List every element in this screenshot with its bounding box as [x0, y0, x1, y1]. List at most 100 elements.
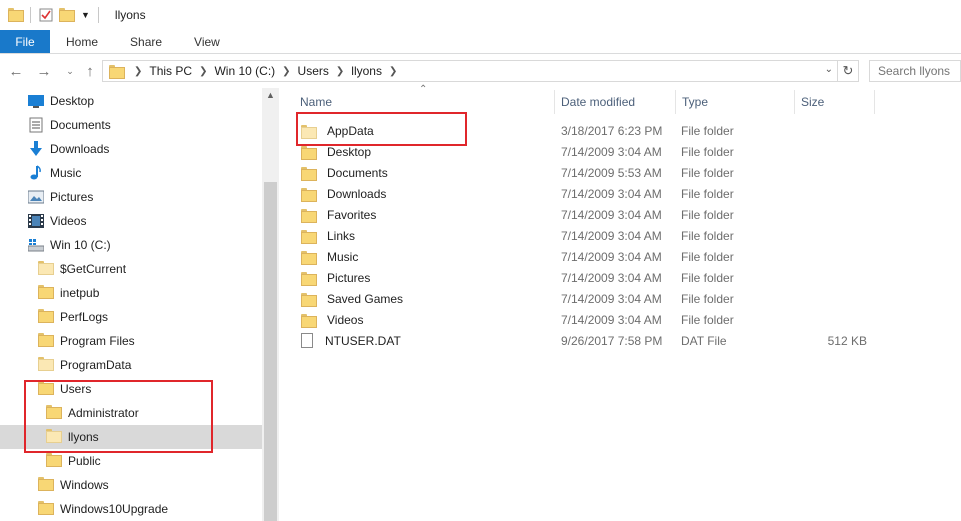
file-name: Documents — [327, 165, 388, 180]
recent-locations-chevron-icon[interactable]: ⌄ — [60, 61, 80, 81]
nav-item-drive[interactable]: Win 10 (C:) — [27, 233, 111, 257]
breadcrumb-llyons[interactable]: llyons — [351, 64, 382, 78]
up-arrow-icon[interactable]: ↑ — [80, 61, 100, 81]
file-name-cell: Music — [301, 246, 358, 267]
videos-icon — [28, 213, 44, 229]
file-date: 7/14/2009 3:04 AM — [561, 144, 662, 159]
back-arrow-icon[interactable]: ← — [6, 61, 26, 81]
nav-item-getcurrent[interactable]: $GetCurrent — [38, 257, 126, 281]
file-type: File folder — [681, 270, 734, 285]
file-name: Saved Games — [327, 291, 404, 306]
file-date: 7/14/2009 3:04 AM — [561, 312, 662, 327]
file-row[interactable]: Videos 7/14/2009 3:04 AM File folder — [301, 309, 961, 330]
file-row[interactable]: Downloads 7/14/2009 3:04 AM File folder — [301, 183, 961, 204]
tab-home[interactable]: Home — [50, 30, 114, 53]
file-row[interactable]: Saved Games 7/14/2009 3:04 AM File folder — [301, 288, 961, 309]
nav-item-perflogs[interactable]: PerfLogs — [38, 305, 108, 329]
file-size — [781, 120, 867, 141]
scroll-up-icon[interactable]: ▲ — [262, 90, 279, 104]
new-folder-icon[interactable] — [59, 8, 75, 22]
file-size — [781, 267, 867, 288]
folder-icon — [301, 166, 321, 181]
folder-icon — [38, 261, 54, 277]
search-input[interactable] — [869, 60, 961, 82]
folder-icon — [38, 309, 54, 325]
folder-icon — [301, 187, 321, 202]
nav-item-program-files[interactable]: Program Files — [38, 329, 135, 353]
file-date: 7/14/2009 3:04 AM — [561, 186, 662, 201]
nav-item-music[interactable]: Music — [28, 161, 81, 185]
column-header-type[interactable]: Type — [676, 88, 794, 116]
nav-item-label: $GetCurrent — [60, 262, 127, 276]
file-type: DAT File — [681, 333, 727, 348]
file-date: 7/14/2009 3:04 AM — [561, 249, 662, 264]
chevron-right-icon[interactable]: ❯ — [336, 66, 344, 77]
address-bar[interactable]: ❯ This PC ❯ Win 10 (C:) ❯ Users ❯ llyons… — [102, 60, 838, 82]
pictures-icon — [27, 189, 45, 205]
nav-item-programdata[interactable]: ProgramData — [38, 353, 131, 377]
column-header-size[interactable]: Size — [795, 88, 874, 116]
file-size — [781, 246, 867, 267]
nav-item-label: Program Files — [60, 334, 135, 348]
nav-item-label: PerfLogs — [60, 310, 109, 324]
file-type: File folder — [681, 291, 734, 306]
folder-icon — [301, 145, 321, 160]
divider — [97, 7, 99, 23]
column-header-date[interactable]: Date modified — [555, 88, 675, 116]
chevron-right-icon[interactable]: ❯ — [282, 66, 290, 77]
folder-icon — [109, 65, 125, 79]
nav-item-inetpub[interactable]: inetpub — [38, 281, 99, 305]
file-row[interactable]: Documents 7/14/2009 5:53 AM File folder — [301, 162, 961, 183]
folder-icon — [301, 271, 321, 286]
file-row[interactable]: Pictures 7/14/2009 3:04 AM File folder — [301, 267, 961, 288]
refresh-icon[interactable]: ↻ — [838, 60, 859, 82]
file-type: File folder — [681, 144, 734, 159]
nav-item-label: Windows — [60, 478, 109, 492]
file-type: File folder — [681, 312, 734, 327]
breadcrumb-this-pc[interactable]: This PC — [149, 64, 192, 78]
file-type: File folder — [681, 165, 734, 180]
tab-share[interactable]: Share — [114, 30, 178, 53]
file-name: Videos — [327, 312, 364, 327]
file-type: File folder — [681, 207, 734, 222]
file-date: 7/14/2009 5:53 AM — [561, 165, 662, 180]
file-row[interactable]: Music 7/14/2009 3:04 AM File folder — [301, 246, 961, 267]
chevron-right-icon[interactable]: ❯ — [134, 66, 142, 77]
nav-item-windows[interactable]: Windows — [38, 473, 109, 497]
nav-item-documents[interactable]: Documents — [28, 113, 111, 137]
chevron-right-icon[interactable]: ❯ — [389, 66, 397, 77]
file-type: File folder — [681, 123, 734, 138]
file-name-cell: Videos — [301, 309, 363, 330]
customize-quick-access-icon[interactable]: ▼ — [81, 10, 90, 20]
documents-icon — [28, 117, 44, 133]
breadcrumb-drive[interactable]: Win 10 (C:) — [214, 64, 275, 78]
breadcrumb-users[interactable]: Users — [298, 64, 329, 78]
file-row[interactable]: NTUSER.DAT 9/26/2017 7:58 PM DAT File 512 K… — [301, 330, 961, 351]
file-date: 9/26/2017 7:58 PM — [561, 333, 663, 348]
properties-icon[interactable] — [39, 8, 53, 22]
nav-item-label: Videos — [50, 214, 87, 228]
nav-item-desktop[interactable]: Desktop — [28, 89, 94, 113]
tab-view[interactable]: View — [178, 30, 236, 53]
file-size — [781, 162, 867, 183]
tab-file[interactable]: File — [0, 30, 50, 53]
file-row[interactable]: Links 7/14/2009 3:04 AM File folder — [301, 225, 961, 246]
chevron-right-icon[interactable]: ❯ — [199, 66, 207, 77]
nav-scrollbar[interactable]: ▲ — [262, 88, 279, 521]
address-row: ← → ⌄ ↑ ❯ This PC ❯ Win 10 (C:) ❯ Users … — [0, 54, 961, 88]
nav-item-windows10upgrade[interactable]: Windows10Upgrade — [38, 497, 168, 521]
scrollbar-thumb[interactable] — [264, 182, 277, 521]
music-icon — [28, 165, 44, 181]
nav-item-videos[interactable]: Videos — [28, 209, 86, 233]
file-row[interactable]: Favorites 7/14/2009 3:04 AM File folder — [301, 204, 961, 225]
forward-arrow-icon[interactable]: → — [34, 61, 54, 81]
nav-item-label: Music — [50, 166, 82, 180]
folder-icon — [46, 453, 62, 469]
file-name: NTUSER.DAT — [325, 333, 401, 348]
chevron-down-icon[interactable]: ⌄ — [825, 64, 833, 75]
drive-icon — [27, 237, 45, 253]
folder-icon — [301, 208, 321, 223]
nav-item-downloads[interactable]: Downloads — [28, 137, 109, 161]
nav-item-pictures[interactable]: Pictures — [27, 185, 93, 209]
file-type: File folder — [681, 249, 734, 264]
